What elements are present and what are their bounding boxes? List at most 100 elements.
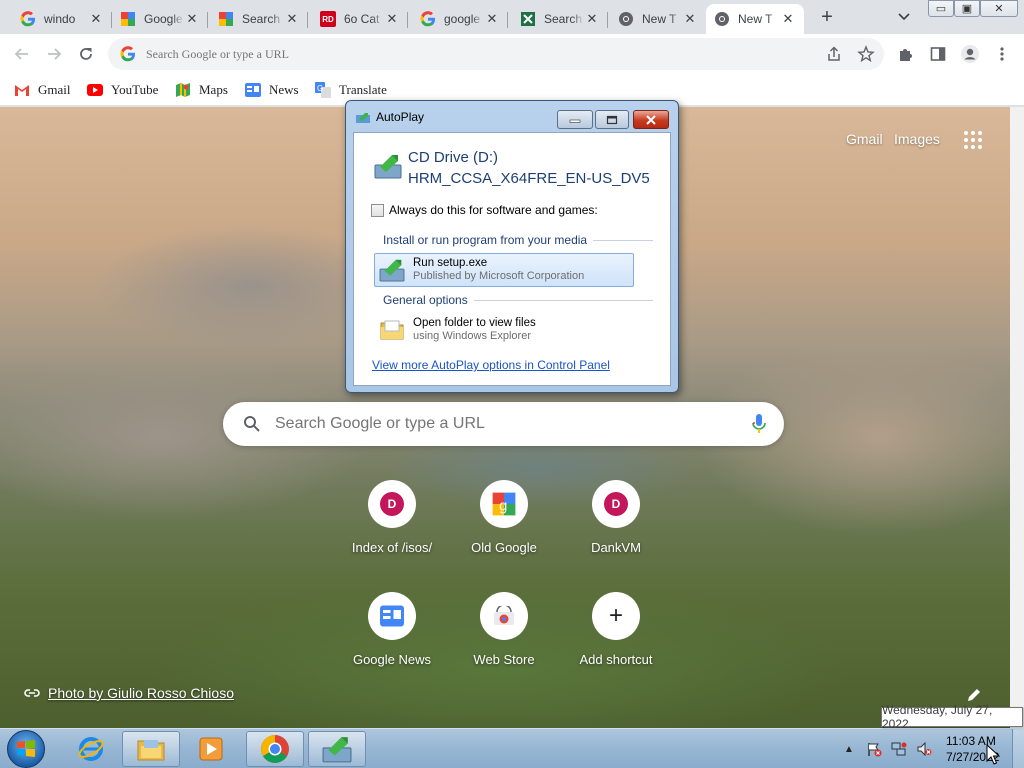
windows-taskbar: ▲ 11:03 AM 7/27/2022 — [0, 728, 1024, 768]
autoplay-minimize-button[interactable] — [557, 110, 593, 129]
shortcut-icon: D — [592, 480, 640, 528]
share-button[interactable] — [822, 42, 846, 66]
images-link[interactable]: Images — [894, 131, 940, 147]
window-maximize-button[interactable]: ▣ — [954, 0, 980, 17]
shortcut-tile[interactable]: Web Store — [448, 592, 560, 696]
tab-close-icon[interactable]: ✕ — [780, 11, 796, 27]
shortcut-tile[interactable]: D Index of /isos/ — [336, 480, 448, 584]
maps-icon — [175, 82, 191, 98]
window-minimize-button[interactable]: ▭ — [928, 0, 954, 17]
taskbar-media-player[interactable] — [182, 731, 240, 767]
google-apps-icon[interactable] — [964, 131, 982, 149]
bookmark-star-button[interactable] — [854, 42, 878, 66]
tab-close-icon[interactable]: ✕ — [682, 11, 698, 27]
tray-expand-arrow-icon[interactable]: ▲ — [840, 740, 858, 758]
always-do-this-checkbox[interactable]: Always do this for software and games: — [371, 203, 598, 217]
run-setup-option[interactable]: Run setup.exe Published by Microsoft Cor… — [374, 253, 634, 287]
checkbox-box[interactable] — [371, 203, 384, 217]
tab-title: Search — [544, 12, 583, 26]
star-icon — [857, 45, 875, 63]
start-button[interactable] — [7, 730, 45, 768]
rd-icon: RD — [320, 11, 336, 27]
tab-close-icon[interactable]: ✕ — [88, 11, 104, 27]
windows-logo-icon — [17, 740, 35, 757]
autoplay-maximize-button[interactable] — [595, 110, 629, 129]
photo-credit-link[interactable]: Photo by Giulio Rosso Chioso — [24, 685, 234, 701]
autoplay-icon — [322, 737, 352, 763]
show-desktop-button[interactable] — [1012, 729, 1024, 768]
taskbar-autoplay[interactable] — [308, 731, 366, 767]
page-scrollbar[interactable] — [1010, 107, 1024, 728]
bookmark-news[interactable]: News — [245, 80, 299, 100]
always-do-this-label: Always do this for software and games: — [389, 203, 598, 217]
tab-search-chevron-icon[interactable] — [894, 9, 914, 25]
side-panel-button[interactable] — [926, 42, 950, 66]
mouse-cursor-icon — [986, 744, 1000, 765]
network-icon[interactable] — [890, 740, 908, 758]
extensions-button[interactable] — [894, 42, 918, 66]
google-news-icon — [368, 592, 416, 640]
date-tooltip: Wednesday, July 27, 2022 — [881, 703, 1023, 731]
shortcut-tile[interactable]: g Old Google — [448, 480, 560, 584]
tab-0[interactable]: windo ✕ — [12, 4, 112, 34]
taskbar-internet-explorer[interactable] — [62, 731, 120, 767]
web-store-icon — [480, 592, 528, 640]
section-install-label: Install or run program from your media — [383, 233, 588, 247]
taskbar-chrome[interactable] — [246, 731, 304, 767]
menu-button[interactable] — [990, 42, 1014, 66]
bookmark-label: YouTube — [111, 82, 159, 97]
gmail-link[interactable]: Gmail — [846, 131, 883, 147]
bookmark-translate[interactable]: G Translate — [315, 80, 387, 100]
omnibox-input[interactable] — [146, 46, 746, 62]
autoplay-titlebar[interactable]: AutoPlay — [346, 101, 678, 131]
ntp-search-box[interactable] — [223, 402, 784, 446]
customize-pencil-icon[interactable] — [966, 687, 982, 703]
bookmark-label: Maps — [199, 82, 228, 97]
volume-muted-icon[interactable] — [915, 740, 933, 758]
cd-drive-icon — [374, 155, 402, 179]
forward-button[interactable] — [42, 42, 66, 66]
tab-title: New T — [642, 12, 677, 26]
profile-button[interactable] — [958, 42, 982, 66]
tab-6[interactable]: New T ✕ — [610, 4, 706, 34]
autoplay-close-button[interactable] — [633, 110, 669, 129]
tab-4[interactable]: google ✕ — [412, 4, 508, 34]
action-center-flag-icon[interactable] — [865, 740, 883, 758]
taskbar-windows-explorer[interactable] — [122, 731, 180, 767]
new-tab-button[interactable]: + — [814, 7, 840, 29]
tab-3[interactable]: RD 6o Cat ✕ — [312, 4, 408, 34]
more-autoplay-options-link[interactable]: View more AutoPlay options in Control Pa… — [372, 358, 610, 372]
open-folder-option[interactable]: Open folder to view files using Windows … — [374, 313, 634, 347]
tab-close-icon[interactable]: ✕ — [184, 11, 200, 27]
tab-title: google — [444, 12, 481, 26]
tab-close-icon[interactable]: ✕ — [484, 11, 500, 27]
minimize-icon — [569, 119, 581, 123]
ntp-search-input[interactable] — [275, 415, 735, 433]
reload-button[interactable] — [74, 42, 98, 66]
run-setup-label: Run setup.exe — [413, 257, 488, 269]
shortcut-tile[interactable]: Google News — [336, 592, 448, 696]
bookmark-maps[interactable]: Maps — [175, 80, 228, 100]
tab-1[interactable]: Google ✕ — [112, 4, 208, 34]
tab-5[interactable]: Search ✕ — [512, 4, 608, 34]
shortcut-tile[interactable]: D DankVM — [560, 480, 672, 584]
excel-icon — [520, 11, 536, 27]
tab-close-icon[interactable]: ✕ — [284, 11, 300, 27]
tab-close-icon[interactable]: ✕ — [584, 11, 600, 27]
tab-close-icon[interactable]: ✕ — [384, 11, 400, 27]
old-google-icon — [120, 11, 136, 27]
section-general-header: General options — [383, 293, 653, 307]
section-general-label: General options — [383, 293, 468, 307]
window-close-button[interactable]: ✕ — [980, 0, 1018, 17]
svg-text:G: G — [317, 84, 323, 93]
google-news-icon — [245, 82, 261, 98]
back-button[interactable] — [10, 42, 34, 66]
bookmark-gmail[interactable]: Gmail — [14, 80, 71, 100]
bookmark-youtube[interactable]: YouTube — [87, 80, 158, 100]
tab-2[interactable]: Search ✕ — [210, 4, 308, 34]
chrome-icon — [714, 11, 730, 27]
omnibox[interactable] — [108, 38, 884, 70]
tab-7-active[interactable]: New T ✕ — [706, 4, 804, 34]
section-install-header: Install or run program from your media — [383, 233, 653, 247]
add-shortcut-tile[interactable]: + Add shortcut — [560, 592, 672, 696]
